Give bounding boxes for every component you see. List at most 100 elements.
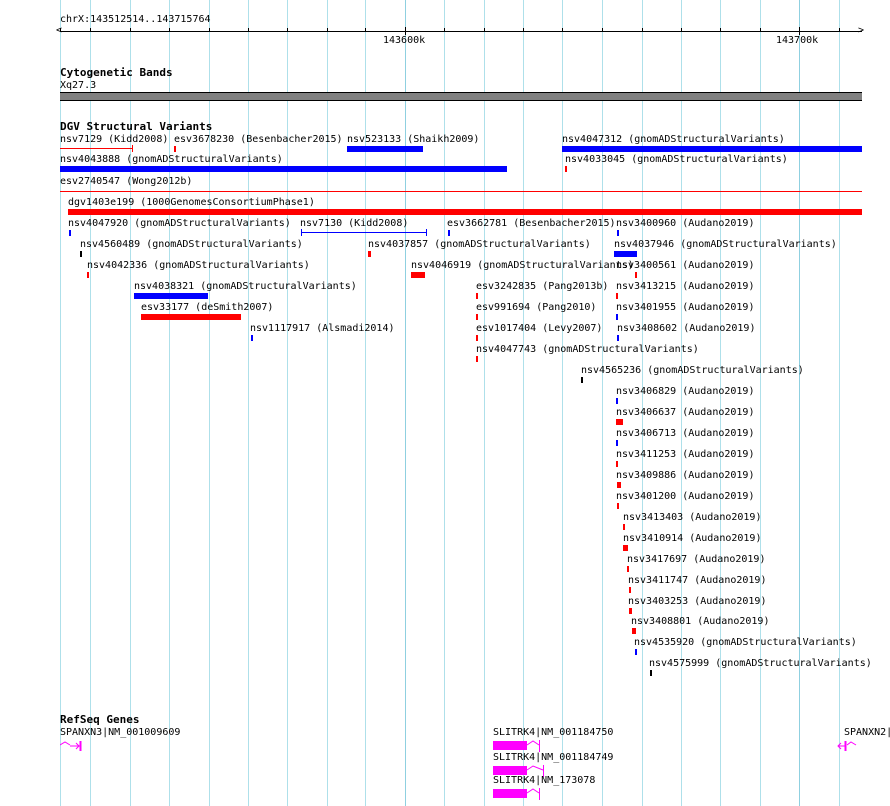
sv-feature-label[interactable]: nsv3401200 (Audano2019) bbox=[616, 491, 754, 503]
sv-feature-bar[interactable] bbox=[629, 608, 632, 614]
sv-feature-label[interactable]: esv3662781 (Besenbacher2015) bbox=[447, 218, 616, 230]
sv-feature-label[interactable]: nsv7129 (Kidd2008) bbox=[60, 134, 168, 146]
sv-feature-bar[interactable] bbox=[617, 503, 619, 509]
sv-feature-label[interactable]: nsv4037857 (gnomADStructuralVariants) bbox=[368, 239, 591, 251]
sv-feature-label[interactable]: nsv4042336 (gnomADStructuralVariants) bbox=[87, 260, 310, 272]
sv-feature-label[interactable]: nsv3417697 (Audano2019) bbox=[627, 554, 765, 566]
sv-feature-label[interactable]: nsv4033045 (gnomADStructuralVariants) bbox=[565, 154, 788, 166]
sv-feature-label[interactable]: nsv4565236 (gnomADStructuralVariants) bbox=[581, 365, 804, 377]
sv-feature-label[interactable]: nsv3403253 (Audano2019) bbox=[628, 596, 766, 608]
sv-feature-bar[interactable] bbox=[617, 482, 621, 488]
sv-feature-label[interactable]: nsv3408801 (Audano2019) bbox=[631, 616, 769, 628]
grid-line bbox=[484, 0, 485, 806]
gene-glyph[interactable] bbox=[836, 740, 862, 752]
sv-feature-bar[interactable] bbox=[476, 356, 478, 362]
sv-feature-label[interactable]: esv33177 (deSmith2007) bbox=[141, 302, 273, 314]
sv-feature-label[interactable]: nsv4037946 (gnomADStructuralVariants) bbox=[614, 239, 837, 251]
sv-feature-label[interactable]: nsv4535920 (gnomADStructuralVariants) bbox=[634, 637, 857, 649]
sv-feature-label[interactable]: nsv4046919 (gnomADStructuralVariants) bbox=[411, 260, 634, 272]
sv-feature-label[interactable]: esv3678230 (Besenbacher2015) bbox=[174, 134, 343, 146]
sv-feature-label[interactable]: nsv3406637 (Audano2019) bbox=[616, 407, 754, 419]
sv-feature-bar[interactable] bbox=[629, 587, 631, 593]
sv-feature-line[interactable] bbox=[301, 229, 427, 236]
sv-feature-bar[interactable] bbox=[623, 545, 628, 551]
sv-feature-bar[interactable] bbox=[616, 419, 623, 425]
sv-feature-label[interactable]: nsv3401955 (Audano2019) bbox=[616, 302, 754, 314]
sv-feature-bar[interactable] bbox=[617, 230, 619, 236]
sv-feature-bar[interactable] bbox=[650, 670, 652, 676]
gene-glyph[interactable] bbox=[493, 788, 553, 800]
sv-feature-line[interactable] bbox=[60, 191, 862, 192]
sv-feature-bar[interactable] bbox=[616, 398, 618, 404]
sv-feature-bar[interactable] bbox=[476, 314, 478, 320]
sv-feature-bar[interactable] bbox=[68, 209, 862, 215]
sv-feature-label[interactable]: nsv523133 (Shaikh2009) bbox=[347, 134, 479, 146]
sv-feature-bar[interactable] bbox=[174, 146, 176, 152]
gene-label[interactable]: SLITRK4|NM_173078 bbox=[493, 775, 595, 787]
sv-feature-label[interactable]: nsv3406713 (Audano2019) bbox=[616, 428, 754, 440]
sv-feature-label[interactable]: nsv3411253 (Audano2019) bbox=[616, 449, 754, 461]
sv-feature-bar[interactable] bbox=[448, 230, 450, 236]
gene-label[interactable]: SPANXN3|NM_001009609 bbox=[60, 727, 180, 739]
sv-feature-bar[interactable] bbox=[251, 335, 253, 341]
gene-glyph[interactable] bbox=[493, 740, 553, 752]
sv-feature-label[interactable]: nsv4047743 (gnomADStructuralVariants) bbox=[476, 344, 699, 356]
sv-feature-label[interactable]: esv991694 (Pang2010) bbox=[476, 302, 596, 314]
sv-feature-bar[interactable] bbox=[614, 251, 637, 257]
sv-feature-label[interactable]: nsv3413215 (Audano2019) bbox=[616, 281, 754, 293]
ruler-tick bbox=[327, 28, 328, 32]
sv-feature-bar[interactable] bbox=[134, 293, 208, 299]
sv-feature-bar[interactable] bbox=[368, 251, 371, 257]
sv-feature-label[interactable]: nsv7130 (Kidd2008) bbox=[300, 218, 408, 230]
sv-feature-label[interactable]: dgv1403e199 (1000GenomesConsortiumPhase1… bbox=[68, 197, 315, 209]
sv-feature-bar[interactable] bbox=[616, 293, 618, 299]
gene-label[interactable]: SLITRK4|NM_001184750 bbox=[493, 727, 613, 739]
sv-feature-label[interactable]: nsv3410914 (Audano2019) bbox=[623, 533, 761, 545]
sv-feature-bar[interactable] bbox=[627, 566, 629, 572]
sv-feature-bar[interactable] bbox=[476, 335, 478, 341]
sv-feature-label[interactable]: nsv3406829 (Audano2019) bbox=[616, 386, 754, 398]
sv-feature-bar[interactable] bbox=[623, 524, 625, 530]
sv-feature-bar[interactable] bbox=[562, 146, 862, 152]
cytoband-bar[interactable] bbox=[60, 92, 862, 101]
sv-feature-bar[interactable] bbox=[80, 251, 82, 257]
sv-feature-label[interactable]: nsv3413403 (Audano2019) bbox=[623, 512, 761, 524]
sv-feature-label[interactable]: nsv4038321 (gnomADStructuralVariants) bbox=[134, 281, 357, 293]
sv-feature-label[interactable]: nsv3409886 (Audano2019) bbox=[616, 470, 754, 482]
sv-feature-label[interactable]: nsv3400561 (Audano2019) bbox=[616, 260, 754, 272]
sv-feature-bar[interactable] bbox=[347, 146, 423, 152]
sv-feature-label[interactable]: nsv4047920 (gnomADStructuralVariants) bbox=[68, 218, 291, 230]
sv-feature-label[interactable]: nsv4047312 (gnomADStructuralVariants) bbox=[562, 134, 785, 146]
sv-feature-bar[interactable] bbox=[632, 628, 636, 634]
sv-feature-label[interactable]: nsv4043888 (gnomADStructuralVariants) bbox=[60, 154, 283, 166]
sv-feature-bar[interactable] bbox=[581, 377, 583, 383]
sv-feature-label[interactable]: esv2740547 (Wong2012b) bbox=[60, 176, 192, 188]
sv-feature-label[interactable]: nsv1117917 (Alsmadi2014) bbox=[250, 323, 395, 335]
sv-feature-bar[interactable] bbox=[411, 272, 425, 278]
sv-feature-line[interactable] bbox=[60, 145, 133, 152]
grid-line bbox=[365, 0, 366, 806]
gene-label[interactable]: SLITRK4|NM_001184749 bbox=[493, 752, 613, 764]
sv-feature-bar[interactable] bbox=[141, 314, 241, 320]
sv-feature-bar[interactable] bbox=[565, 166, 567, 172]
gene-label[interactable]: SPANXN2| bbox=[844, 727, 890, 739]
sv-feature-bar[interactable] bbox=[87, 272, 89, 278]
sv-feature-label[interactable]: esv3242835 (Pang2013b) bbox=[476, 281, 608, 293]
ruler[interactable]: < > 143600k 143700k bbox=[0, 0, 890, 50]
sv-feature-label[interactable]: nsv4575999 (gnomADStructuralVariants) bbox=[649, 658, 872, 670]
sv-feature-bar[interactable] bbox=[635, 649, 637, 655]
sv-feature-bar[interactable] bbox=[69, 230, 71, 236]
sv-feature-label[interactable]: nsv3411747 (Audano2019) bbox=[628, 575, 766, 587]
sv-feature-bar[interactable] bbox=[616, 314, 618, 320]
sv-feature-bar[interactable] bbox=[60, 166, 507, 172]
sv-feature-bar[interactable] bbox=[616, 461, 618, 467]
sv-feature-bar[interactable] bbox=[476, 293, 478, 299]
gene-glyph[interactable] bbox=[60, 740, 84, 752]
sv-feature-label[interactable]: nsv4560489 (gnomADStructuralVariants) bbox=[80, 239, 303, 251]
sv-feature-bar[interactable] bbox=[635, 272, 637, 278]
sv-feature-bar[interactable] bbox=[616, 440, 618, 446]
sv-feature-bar[interactable] bbox=[617, 335, 619, 341]
sv-feature-label[interactable]: nsv3408602 (Audano2019) bbox=[617, 323, 755, 335]
sv-feature-label[interactable]: nsv3400960 (Audano2019) bbox=[616, 218, 754, 230]
sv-feature-label[interactable]: esv1017404 (Levy2007) bbox=[476, 323, 602, 335]
